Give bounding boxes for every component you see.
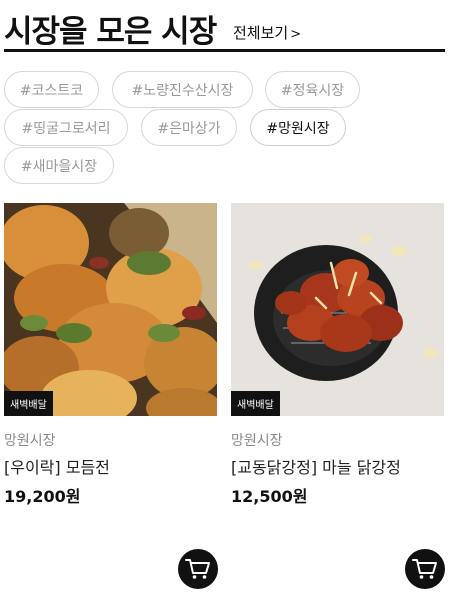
cart-icon [412, 559, 437, 579]
product-price: 19,200원 [4, 487, 81, 506]
tag-mangwon[interactable]: #망원시장 [250, 109, 346, 146]
add-to-cart-button[interactable] [178, 549, 218, 589]
dawn-delivery-badge: 새벽배달 [4, 391, 53, 416]
section-header: 시장을 모은 시장 전체보기 > [4, 4, 445, 52]
tag-jeongyuk[interactable]: #정육시장 [265, 71, 360, 108]
fried-pancake-photo[interactable]: 새벽배달 [4, 203, 217, 416]
section-title: 시장을 모은 시장 [4, 14, 217, 50]
view-all-link[interactable]: 전체보기 > [233, 22, 301, 43]
tag-eunma[interactable]: #은마상가 [141, 109, 237, 146]
tag-ttinggul[interactable]: #띵굴그로서리 [4, 109, 128, 146]
chevron-right-icon: > [290, 27, 302, 42]
product-name[interactable]: [교동닭강정] 마늘 닭강정 [231, 454, 401, 478]
tag-saemaeul[interactable]: #새마을시장 [4, 147, 114, 184]
product-price: 12,500원 [231, 487, 308, 506]
fried-chicken-photo[interactable]: 새벽배달 [231, 203, 444, 416]
add-to-cart-button[interactable] [405, 549, 445, 589]
cart-icon [185, 559, 210, 579]
product-name[interactable]: [우이락] 모듬전 [4, 454, 110, 478]
product-market: 망원시장 [4, 433, 56, 449]
tag-noryangjin[interactable]: #노량진수산시장 [112, 71, 253, 108]
view-all-label: 전체보기 [233, 24, 289, 42]
tag-costco[interactable]: #코스트코 [4, 71, 99, 108]
dawn-delivery-badge: 새벽배달 [231, 391, 280, 416]
product-market: 망원시장 [231, 433, 283, 449]
